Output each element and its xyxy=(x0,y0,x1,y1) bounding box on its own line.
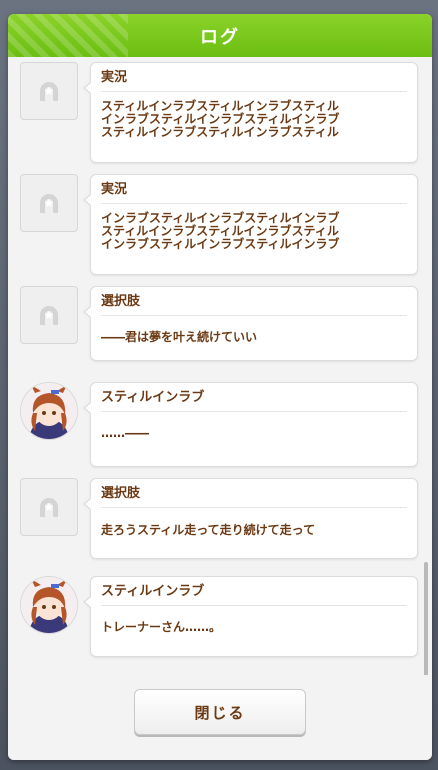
speaker-name: スティルインラブ xyxy=(101,390,205,405)
message-text: ――君は夢を叶え続けていい xyxy=(101,330,258,344)
dialog-footer: 閉じる xyxy=(8,675,432,760)
avatar xyxy=(20,576,78,634)
message-text: インラブスティルインラブスティルインラブ スティルインラブスティルインラブスティ… xyxy=(101,211,340,251)
placeholder-horseshoe-icon xyxy=(20,478,78,536)
dialog-title: ログ xyxy=(200,26,240,48)
character-portrait xyxy=(20,576,78,634)
speaker-name: 選択肢 xyxy=(101,294,141,309)
message-bubble: 選択肢 走ろうスティル走って走り続けて走って xyxy=(83,478,418,559)
close-button[interactable]: 閉じる xyxy=(134,689,306,735)
speaker-name: 実況 xyxy=(101,70,128,85)
log-list[interactable]: 実況 スティルインラブスティルインラブスティル インラブスティルインラブスティル… xyxy=(8,57,432,675)
placeholder-horseshoe-icon xyxy=(20,286,78,344)
message-text: スティルインラブスティルインラブスティル インラブスティルインラブスティルインラ… xyxy=(101,99,340,139)
message-bubble: スティルインラブ ……―― xyxy=(83,382,418,467)
message-text: 走ろうスティル走って走り続けて走って xyxy=(101,523,316,537)
avatar xyxy=(20,174,78,232)
character-portrait xyxy=(20,382,78,440)
dialog-header: ログ xyxy=(8,14,432,57)
speaker-name: スティルインラブ xyxy=(101,584,205,599)
avatar xyxy=(20,286,78,344)
speaker-name: 実況 xyxy=(101,182,128,197)
scrollbar[interactable] xyxy=(424,562,428,675)
avatar xyxy=(20,62,78,120)
speaker-name: 選択肢 xyxy=(101,486,141,501)
message-text: トレーナーさん……。 xyxy=(101,620,222,634)
message-text: ……―― xyxy=(101,426,149,440)
message-bubble: 実況 インラブスティルインラブスティルインラブ スティルインラブスティルインラブ… xyxy=(83,174,418,275)
log-dialog: ログ 実況 スティルインラブスティルインラブスティル インラブスティルインラブス… xyxy=(8,14,432,760)
placeholder-horseshoe-icon xyxy=(20,62,78,120)
message-bubble: 実況 スティルインラブスティルインラブスティル インラブスティルインラブスティル… xyxy=(83,62,418,163)
avatar xyxy=(20,478,78,536)
message-bubble: 選択肢 ――君は夢を叶え続けていい xyxy=(83,286,418,361)
message-bubble: スティルインラブ トレーナーさん……。 xyxy=(83,576,418,657)
placeholder-horseshoe-icon xyxy=(20,174,78,232)
avatar xyxy=(20,382,78,440)
header-decoration xyxy=(8,14,128,57)
